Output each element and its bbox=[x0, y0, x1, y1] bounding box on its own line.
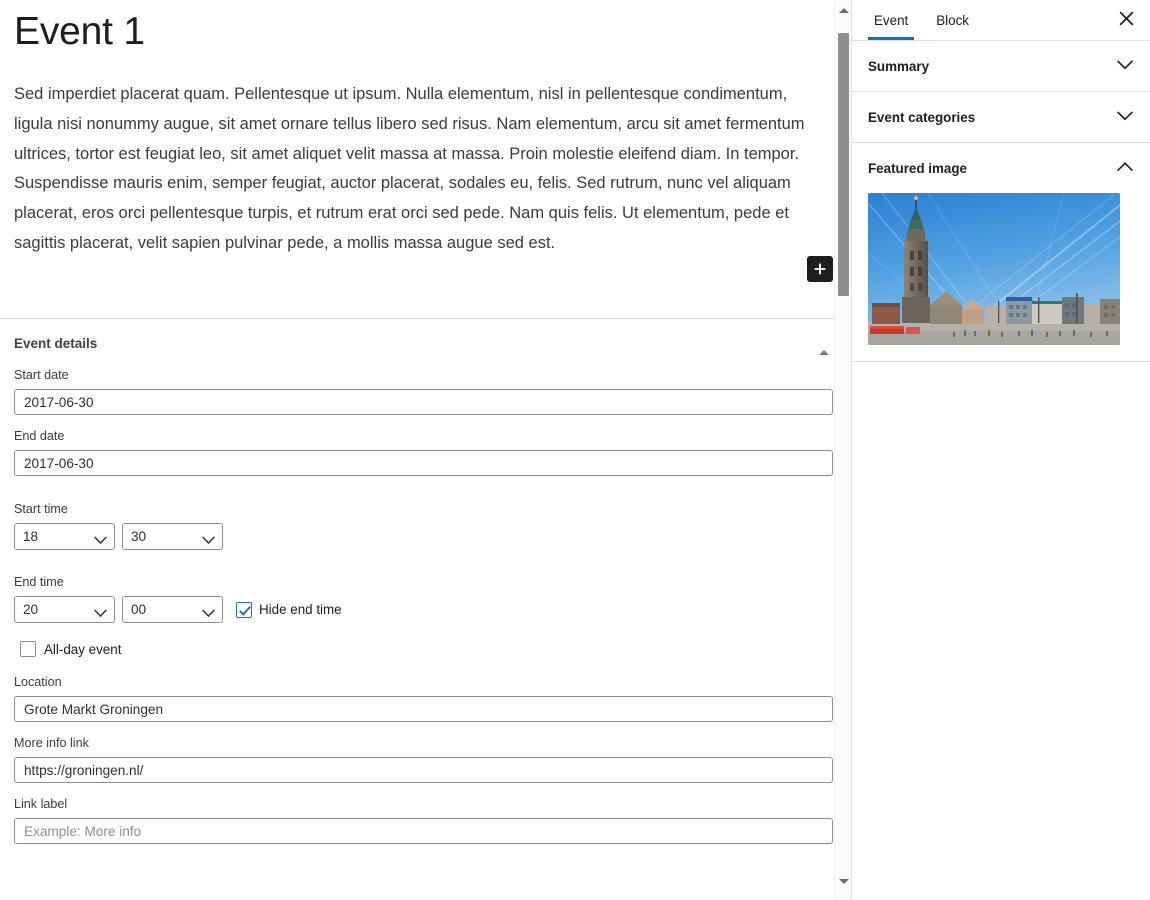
block-editor-screen: Event 1 Sed imperdiet placerat quam. Pel… bbox=[0, 0, 1150, 900]
post-title[interactable]: Event 1 bbox=[14, 0, 837, 58]
triangle-down-icon bbox=[838, 879, 849, 884]
scroll-down-button[interactable] bbox=[835, 873, 851, 890]
editor-column: Event 1 Sed imperdiet placerat quam. Pel… bbox=[0, 0, 851, 900]
start-time-row: 18 30 bbox=[14, 523, 837, 550]
start-date-input[interactable] bbox=[14, 389, 833, 415]
panel-summary-title: Summary bbox=[868, 58, 930, 74]
scrollbar-thumb[interactable] bbox=[838, 33, 849, 296]
hide-end-time-control: Hide end time bbox=[236, 601, 342, 618]
end-time-row: 20 00 Hide end time bbox=[14, 596, 837, 623]
more-info-link-input[interactable] bbox=[14, 757, 833, 783]
post-content-area: Event 1 Sed imperdiet placerat quam. Pel… bbox=[0, 0, 851, 318]
tab-block[interactable]: Block bbox=[922, 0, 983, 40]
all-day-event-control: All-day event bbox=[20, 641, 837, 657]
end-minute-select[interactable]: 00 bbox=[122, 596, 223, 623]
end-time-label: End time bbox=[14, 575, 64, 589]
panel-featured-image: Featured image bbox=[852, 143, 1150, 362]
close-icon bbox=[1119, 11, 1134, 29]
start-hour-select[interactable]: 18 bbox=[14, 523, 115, 550]
field-start-time: Start time 18 30 bbox=[14, 501, 837, 550]
field-more-info-link: More info link bbox=[14, 735, 837, 783]
chevron-down-icon bbox=[1116, 59, 1134, 74]
location-label: Location bbox=[14, 675, 62, 689]
scroll-up-button[interactable] bbox=[835, 2, 851, 19]
start-hour-wrap: 18 bbox=[14, 523, 115, 550]
chevron-down-icon bbox=[1116, 110, 1134, 125]
start-time-label: Start time bbox=[14, 502, 68, 516]
event-details-header[interactable]: Event details bbox=[14, 319, 837, 367]
end-minute-wrap: 00 bbox=[122, 596, 223, 623]
all-day-event-label[interactable]: All-day event bbox=[44, 642, 121, 657]
link-label-input[interactable] bbox=[14, 818, 833, 844]
close-settings-button[interactable] bbox=[1112, 6, 1140, 34]
more-info-link-label: More info link bbox=[14, 736, 89, 750]
panel-event-categories: Event categories bbox=[852, 92, 1150, 143]
event-details-metabox: Event details Start date End date Start … bbox=[0, 319, 851, 844]
end-date-input[interactable] bbox=[14, 450, 833, 476]
field-end-time: End time 20 00 Hide end time bbox=[14, 574, 837, 623]
field-end-date: End date bbox=[14, 428, 837, 476]
sidebar-tablist: Event Block bbox=[852, 0, 1150, 40]
editor-scrollbar[interactable] bbox=[834, 0, 851, 900]
end-hour-wrap: 20 bbox=[14, 596, 115, 623]
panel-summary: Summary bbox=[852, 41, 1150, 92]
hide-end-time-checkbox[interactable] bbox=[236, 601, 252, 618]
panel-featured-image-body bbox=[852, 193, 1150, 361]
panel-event-categories-title: Event categories bbox=[868, 109, 976, 125]
hide-end-time-label[interactable]: Hide end time bbox=[259, 602, 342, 617]
add-block-button[interactable] bbox=[807, 256, 833, 282]
panel-featured-image-header[interactable]: Featured image bbox=[852, 143, 1150, 193]
field-start-date: Start date bbox=[14, 367, 837, 415]
panel-event-categories-header[interactable]: Event categories bbox=[852, 92, 1150, 142]
plus-icon bbox=[812, 261, 828, 277]
settings-sidebar: Event Block Summary Event categories Fea… bbox=[851, 0, 1150, 900]
field-location: Location bbox=[14, 674, 837, 722]
tab-block-label: Block bbox=[936, 12, 969, 28]
tab-event[interactable]: Event bbox=[860, 0, 922, 40]
location-input[interactable] bbox=[14, 696, 833, 722]
start-minute-wrap: 30 bbox=[122, 523, 223, 550]
all-day-event-checkbox[interactable] bbox=[20, 641, 36, 657]
featured-image-thumbnail[interactable] bbox=[868, 193, 1120, 345]
tab-event-label: Event bbox=[874, 12, 909, 28]
end-date-label: End date bbox=[14, 429, 65, 443]
triangle-up-icon bbox=[819, 335, 829, 355]
start-minute-select[interactable]: 30 bbox=[122, 523, 223, 550]
event-details-collapse-button[interactable] bbox=[815, 335, 833, 355]
end-hour-select[interactable]: 20 bbox=[14, 596, 115, 623]
post-paragraph-block[interactable]: Sed imperdiet placerat quam. Pellentesqu… bbox=[14, 58, 830, 259]
triangle-up-icon bbox=[838, 8, 849, 13]
link-label-label: Link label bbox=[14, 797, 68, 811]
panel-featured-image-title: Featured image bbox=[868, 160, 967, 176]
field-link-label: Link label bbox=[14, 796, 837, 844]
event-details-title: Event details bbox=[14, 335, 98, 351]
block-inserter-row bbox=[807, 256, 833, 282]
start-date-label: Start date bbox=[14, 368, 69, 382]
chevron-up-icon bbox=[1116, 161, 1134, 176]
panel-summary-header[interactable]: Summary bbox=[852, 41, 1150, 91]
